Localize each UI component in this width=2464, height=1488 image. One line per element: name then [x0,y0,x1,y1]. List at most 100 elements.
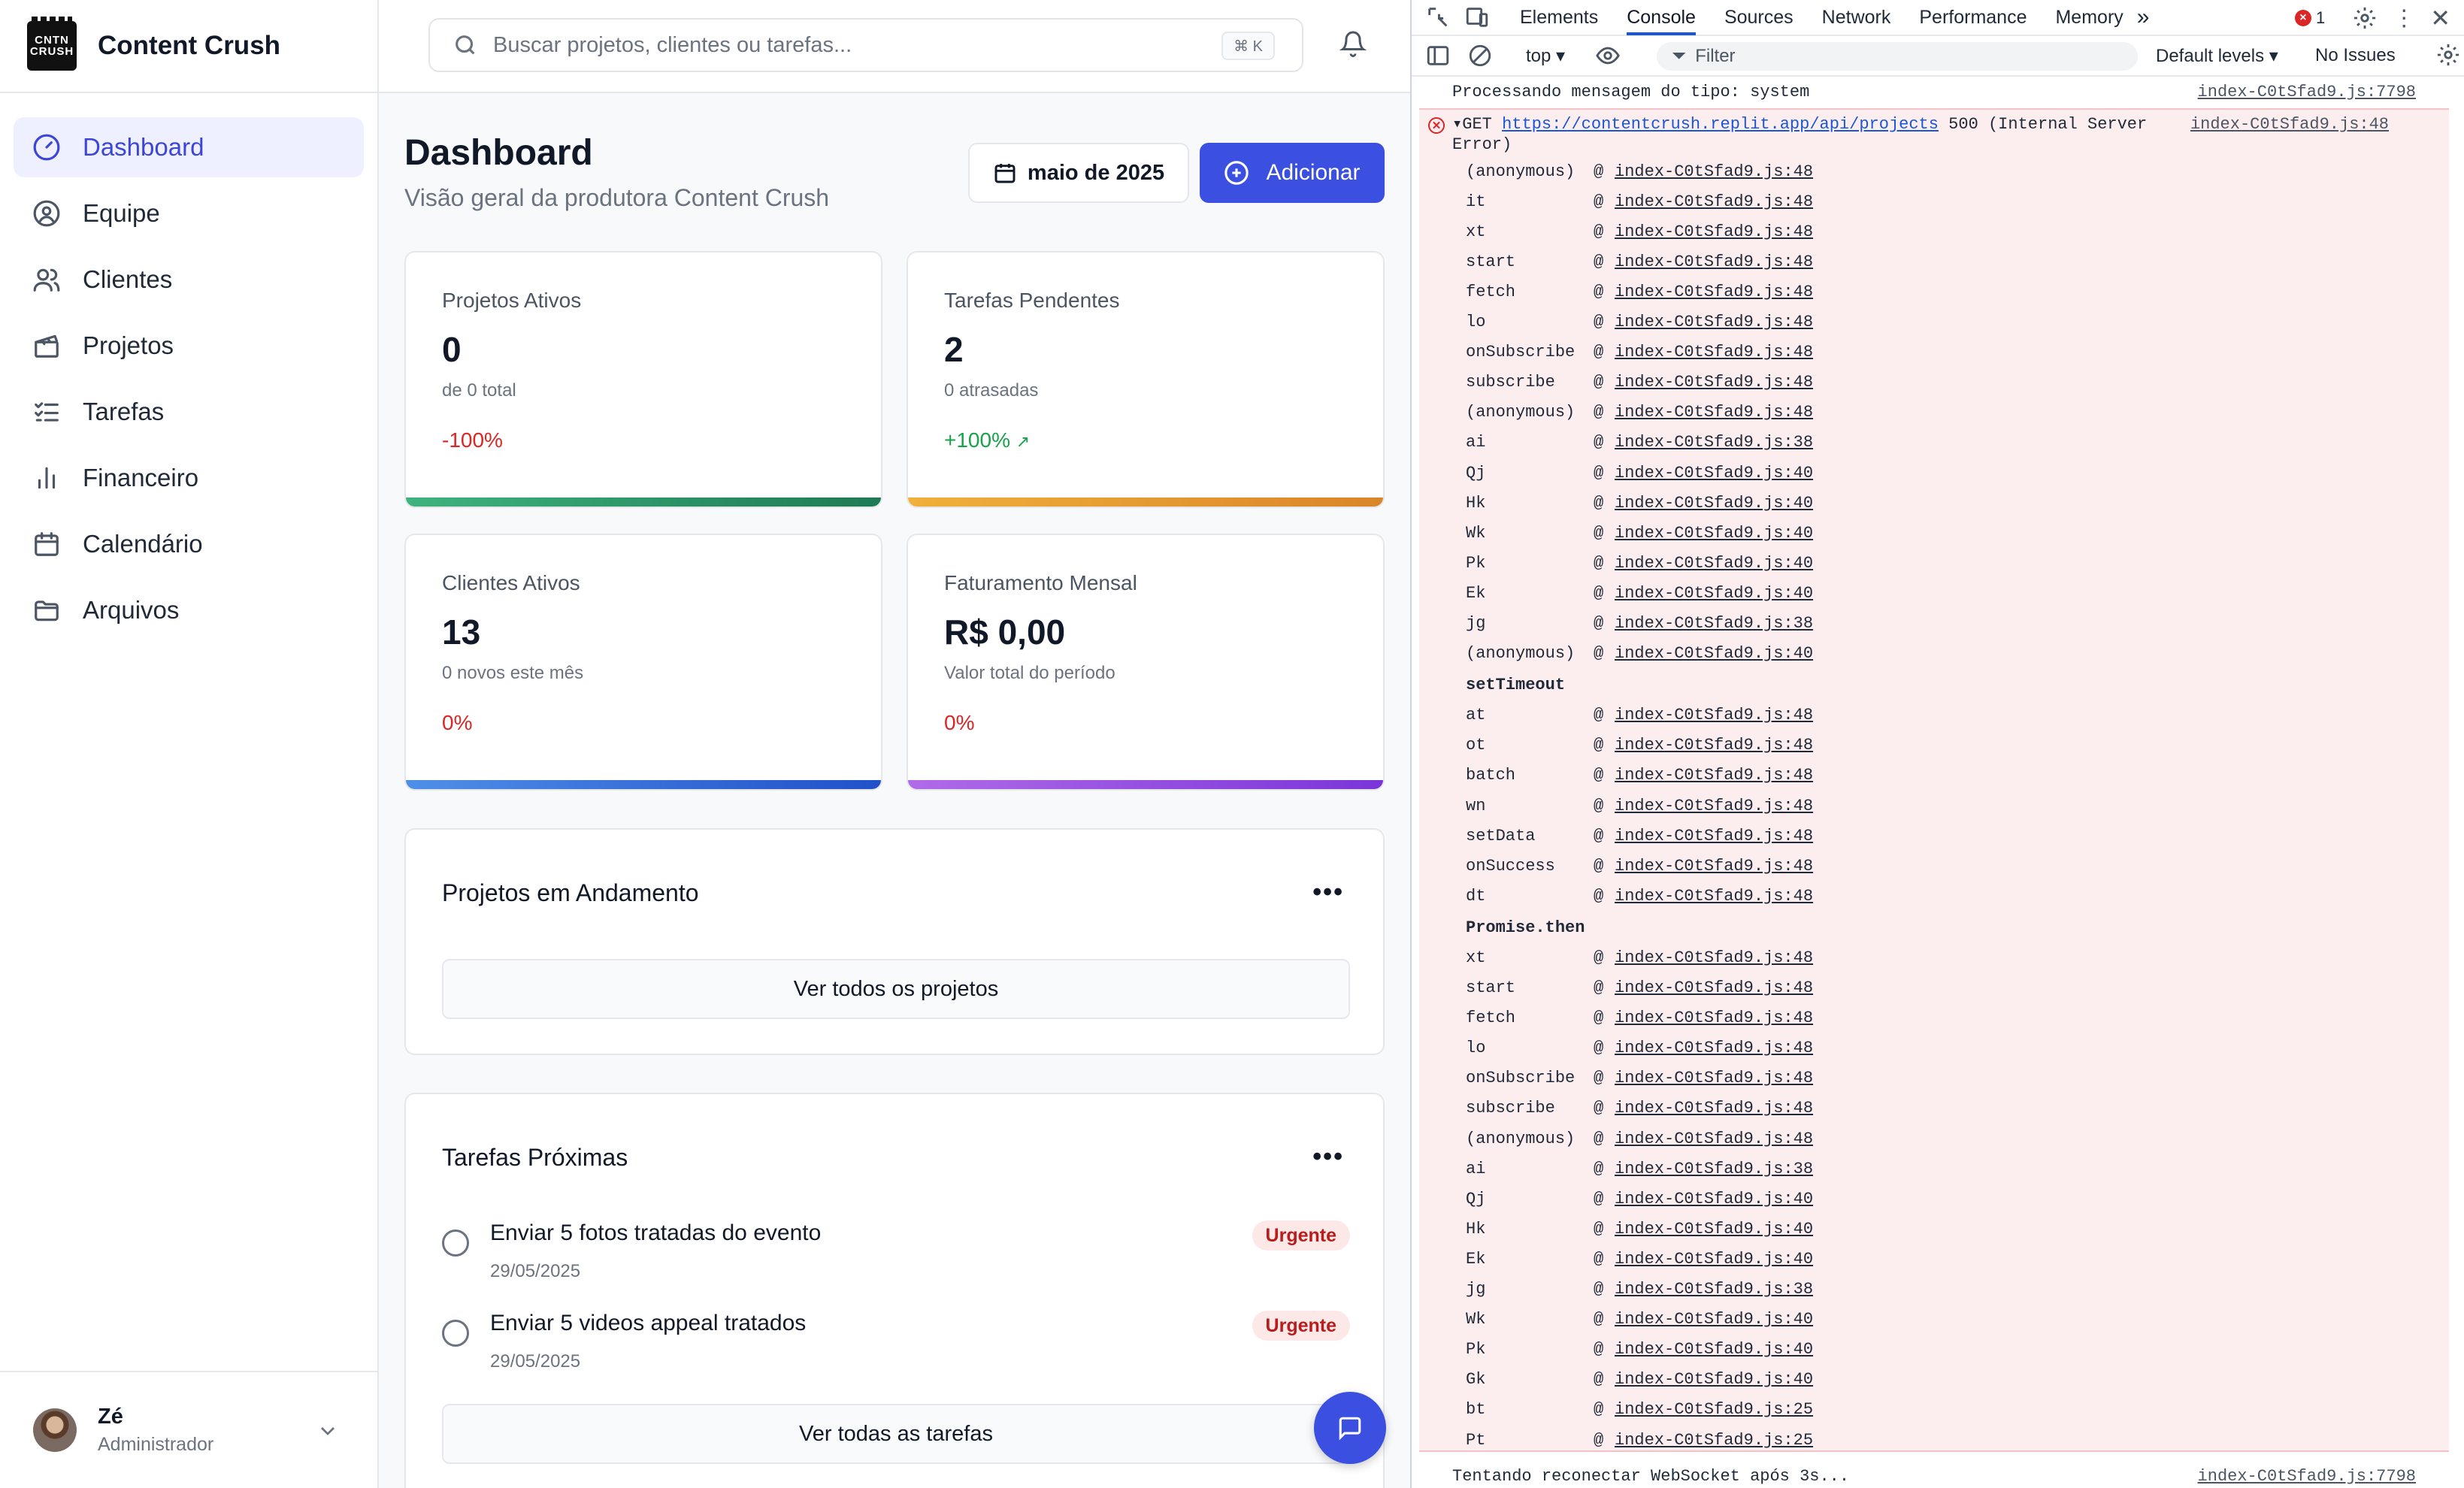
task-item[interactable]: Enviar 5 fotos tratadas do evento 29/05/… [442,1220,1350,1281]
eye-icon[interactable] [1595,43,1621,68]
notifications-button[interactable] [1339,30,1370,60]
devtools-tab-elements[interactable]: Elements [1520,0,1598,35]
stack-source-link[interactable]: index-C0tSfad9.js:48 [1615,948,1813,967]
stack-source-link[interactable]: index-C0tSfad9.js:25 [1615,1431,1813,1450]
more-options-icon[interactable]: ••• [1312,1142,1344,1172]
context-selector[interactable]: top ▾ [1526,45,1565,67]
sidebar-item-dashboard[interactable]: Dashboard [14,117,364,177]
stack-source-link[interactable]: index-C0tSfad9.js:48 [1615,978,1813,997]
stack-source-link[interactable]: index-C0tSfad9.js:40 [1615,1190,1813,1208]
more-options-vertical-icon[interactable]: ⋮ [2393,5,2415,32]
sidebar-item-clientes[interactable]: Clientes [14,250,364,310]
stack-source-link[interactable]: index-C0tSfad9.js:48 [1615,887,1813,906]
devtools-tab-network[interactable]: Network [1822,0,1891,35]
task-checkbox[interactable] [442,1229,469,1257]
chat-button[interactable] [1314,1392,1386,1464]
sidebar-item-calendario[interactable]: Calendário [14,514,364,574]
search-input[interactable]: Buscar projetos, clientes ou tarefas... … [428,18,1303,72]
stack-source-link[interactable]: index-C0tSfad9.js:48 [1615,403,1813,422]
console-filter-input[interactable]: ⏷ Filter [1657,42,2138,71]
view-all-projects-button[interactable]: Ver todos os projetos [442,959,1350,1019]
close-icon[interactable]: ✕ [2430,4,2450,32]
stack-source-link[interactable]: index-C0tSfad9.js:48 [1615,283,1813,301]
month-selector-button[interactable]: maio de 2025 [968,143,1189,203]
view-all-tasks-button[interactable]: Ver todas as tarefas [442,1404,1350,1464]
stack-source-link[interactable]: index-C0tSfad9.js:40 [1615,524,1813,543]
stack-source-link[interactable]: index-C0tSfad9.js:48 [1615,313,1813,331]
stack-source-link[interactable]: index-C0tSfad9.js:40 [1615,464,1813,482]
console-source-link[interactable]: index-C0tSfad9.js:7798 [2198,83,2416,101]
stack-source-link[interactable]: index-C0tSfad9.js:40 [1615,1220,1813,1238]
stack-source-link[interactable]: index-C0tSfad9.js:48 [1615,253,1813,271]
stat-card-clientes-ativos[interactable]: Clientes Ativos 13 0 novos este mês 0% [404,534,882,791]
stack-source-link[interactable]: index-C0tSfad9.js:48 [1615,1009,1813,1027]
stack-source-link[interactable]: index-C0tSfad9.js:48 [1615,766,1813,785]
stack-source-link[interactable]: index-C0tSfad9.js:40 [1615,1250,1813,1269]
stack-source-link[interactable]: index-C0tSfad9.js:48 [1615,1069,1813,1087]
stack-function: fetch [1466,282,1516,301]
stack-source-link[interactable]: index-C0tSfad9.js:38 [1615,1280,1813,1299]
stack-source-link[interactable]: index-C0tSfad9.js:40 [1615,1370,1813,1389]
console-source-link[interactable]: index-C0tSfad9.js:7798 [2198,1467,2416,1486]
stack-source-link[interactable]: index-C0tSfad9.js:48 [1615,827,1813,845]
stack-source-link[interactable]: index-C0tSfad9.js:48 [1615,1099,1813,1118]
task-checkbox[interactable] [442,1320,469,1347]
stat-card-faturamento-mensal[interactable]: Faturamento Mensal R$ 0,00 Valor total d… [907,534,1385,791]
sidebar-item-equipe[interactable]: Equipe [14,183,364,243]
stack-source-link[interactable]: index-C0tSfad9.js:48 [1615,857,1813,876]
add-button[interactable]: Adicionar [1200,143,1385,203]
stack-source-link[interactable]: index-C0tSfad9.js:40 [1615,584,1813,603]
devtools-tab-console[interactable]: Console [1627,0,1696,35]
stack-source-link[interactable]: index-C0tSfad9.js:48 [1615,1130,1813,1148]
stack-source-link[interactable]: index-C0tSfad9.js:38 [1615,433,1813,452]
stack-source-link[interactable]: index-C0tSfad9.js:48 [1615,192,1813,211]
stack-source-link[interactable]: index-C0tSfad9.js:38 [1615,1160,1813,1178]
user-menu[interactable]: Zé Administrador [0,1371,377,1488]
stack-source-link[interactable]: index-C0tSfad9.js:38 [1615,614,1813,633]
stack-source-link[interactable]: index-C0tSfad9.js:25 [1615,1400,1813,1419]
sidebar-item-financeiro[interactable]: Financeiro [14,448,364,508]
log-levels-dropdown[interactable]: Default levels ▾ [2156,45,2278,67]
chevron-down-icon[interactable] [316,1419,340,1443]
inspect-element-icon[interactable] [1425,5,1451,30]
task-item[interactable]: Enviar 5 videos appeal tratados 29/05/20… [442,1311,1350,1372]
stack-source-link[interactable]: index-C0tSfad9.js:48 [1615,222,1813,241]
stack-source-link[interactable]: index-C0tSfad9.js:48 [1615,797,1813,815]
sidebar-item-arquivos[interactable]: Arquivos [14,580,364,640]
sidebar-toggle-icon[interactable] [1425,43,1451,68]
stat-card-tarefas-pendentes[interactable]: Tarefas Pendentes 2 0 atrasadas +100% ↗ [907,251,1385,508]
devtools-tab-performance[interactable]: Performance [1919,0,2027,35]
more-tabs-icon[interactable]: » [2137,0,2150,35]
sidebar-item-tarefas[interactable]: Tarefas [14,382,364,442]
console-settings-icon[interactable] [2435,42,2461,68]
stack-source-link[interactable]: index-C0tSfad9.js:48 [1615,736,1813,755]
stat-value: 2 [944,330,964,369]
stack-source-link[interactable]: index-C0tSfad9.js:48 [1615,373,1813,392]
more-options-icon[interactable]: ••• [1312,878,1344,907]
stack-function: subscribe [1466,373,1555,392]
settings-gear-icon[interactable] [2352,5,2378,31]
stack-source-link[interactable]: index-C0tSfad9.js:40 [1615,1340,1813,1359]
console-source-link[interactable]: index-C0tSfad9.js:48 [2190,114,2389,135]
stat-card-projetos-ativos[interactable]: Projetos Ativos 0 de 0 total -100% [404,251,882,508]
stack-source-link[interactable]: index-C0tSfad9.js:40 [1615,494,1813,513]
stack-at-symbol: @ [1594,948,1604,967]
stack-source-link[interactable]: index-C0tSfad9.js:48 [1615,162,1813,181]
stack-at-symbol: @ [1594,1430,1604,1450]
clear-console-icon[interactable] [1467,43,1493,68]
devtools-tab-sources[interactable]: Sources [1724,0,1794,35]
error-counter[interactable]: × 1 [2294,8,2325,28]
sidebar-item-projetos[interactable]: Projetos [14,316,364,376]
stack-source-link[interactable]: index-C0tSfad9.js:40 [1615,644,1813,663]
device-toolbar-icon[interactable] [1464,5,1490,30]
stack-source-link[interactable]: index-C0tSfad9.js:48 [1615,1039,1813,1057]
stack-source-link[interactable]: index-C0tSfad9.js:40 [1615,554,1813,573]
error-header[interactable]: ▾GET https://contentcrush.replit.app/api… [1419,110,2449,155]
stack-source-link[interactable]: index-C0tSfad9.js:40 [1615,1310,1813,1329]
issues-indicator[interactable]: No Issues [2315,45,2396,66]
stack-source-link[interactable]: index-C0tSfad9.js:48 [1615,343,1813,361]
brand[interactable]: CNTN CRUSH Content Crush [0,0,377,93]
error-url[interactable]: https://contentcrush.replit.app/api/proj… [1502,115,1939,134]
stack-source-link[interactable]: index-C0tSfad9.js:48 [1615,706,1813,724]
devtools-tab-memory[interactable]: Memory [2055,0,2123,35]
